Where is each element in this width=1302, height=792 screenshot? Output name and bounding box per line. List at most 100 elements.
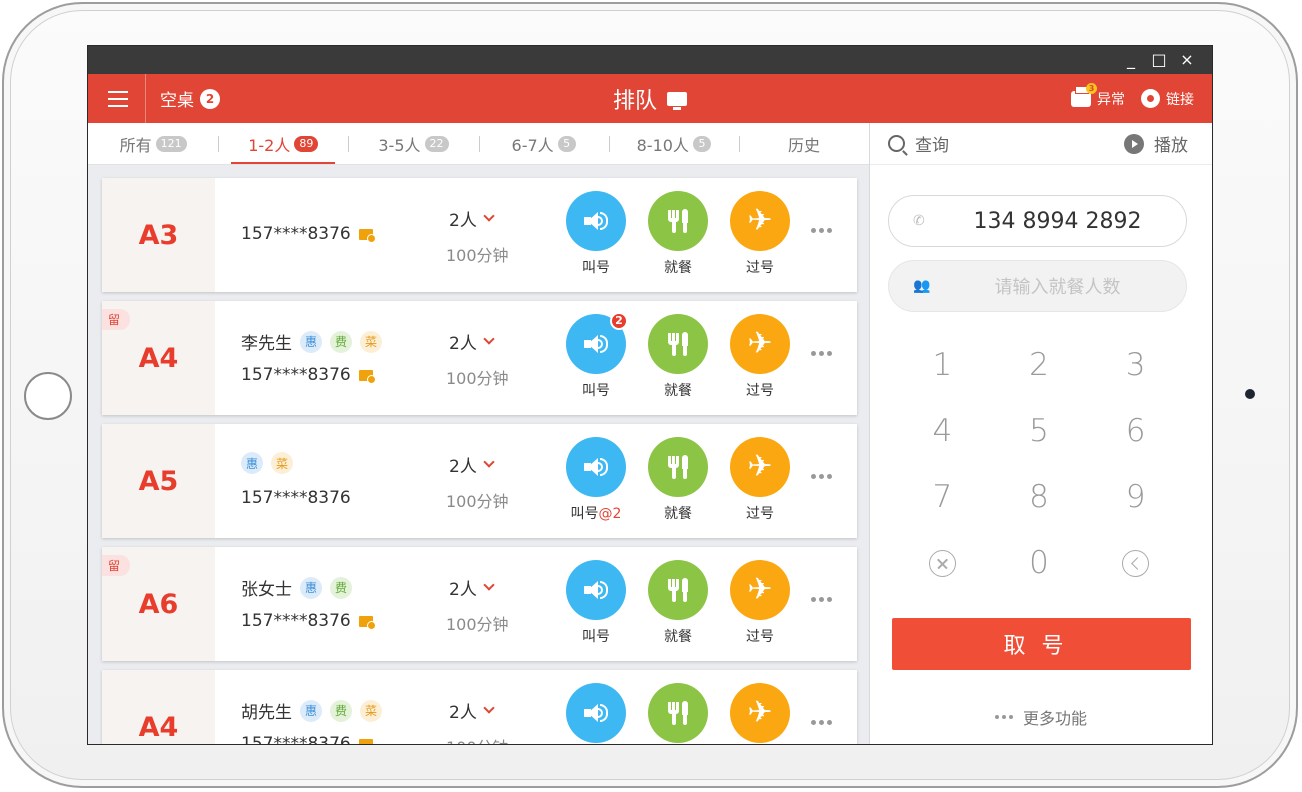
tab-count: 5 (557, 135, 576, 152)
tab-0[interactable]: 所有 121 (88, 123, 218, 164)
key-2[interactable]: 2 (991, 332, 1088, 398)
key-6[interactable]: 6 (1087, 398, 1184, 464)
more-options-icon[interactable] (811, 474, 832, 479)
key-4[interactable]: 4 (894, 398, 991, 464)
wait-time: 100分钟 (446, 246, 509, 265)
tab-label: 1-2人 (248, 135, 291, 155)
party-size-select[interactable]: 2人 (449, 206, 495, 231)
empty-tables-label: 空桌 (160, 91, 194, 111)
search-button[interactable]: 查询 (888, 131, 949, 156)
key-7[interactable]: 7 (894, 464, 991, 530)
more-options-icon[interactable] (811, 720, 832, 725)
key-0[interactable]: 0 (991, 530, 1088, 596)
wait-time: 100分钟 (446, 492, 509, 511)
close-button[interactable]: × (1174, 48, 1200, 72)
take-number-button[interactable]: 取号 (892, 618, 1191, 670)
key-1[interactable]: 1 (894, 332, 991, 398)
dine-button[interactable]: 就餐 (648, 560, 708, 646)
more-options-icon[interactable] (811, 597, 832, 602)
menu-icon[interactable] (88, 74, 146, 123)
more-options-icon[interactable] (811, 228, 832, 233)
customer-phone: 157****8376 (241, 611, 351, 631)
call-button[interactable]: 叫号 (566, 191, 626, 277)
pass-button[interactable]: ✈ 过号 (730, 560, 790, 646)
party-size: 2人 (449, 580, 477, 600)
tab-count: 121 (155, 135, 187, 152)
dine-label: 就餐 (664, 506, 692, 522)
tag-badge: 惠 (300, 576, 322, 599)
pass-label: 过号 (746, 629, 774, 645)
party-size-placeholder: 请输入就餐人数 (994, 277, 1121, 298)
queue-card[interactable]: A5 惠菜 157****8376 2人 100分钟 叫号@2 就餐 ✈ 过号 (102, 424, 857, 538)
window-titlebar: _ □ × (88, 46, 1212, 74)
alert-count: 3 (1086, 82, 1097, 94)
tab-5[interactable]: 历史 (738, 123, 869, 164)
call-button[interactable]: 叫号 (566, 560, 626, 646)
queue-card[interactable]: A6 留张女士惠费 157****8376 2人 100分钟 叫号 就餐 ✈ 过号 (102, 547, 857, 661)
dine-button[interactable] (648, 683, 708, 744)
backspace-icon (1122, 549, 1150, 577)
pass-label: 过号 (746, 260, 774, 276)
pass-button[interactable]: ✈ 过号 (730, 437, 790, 523)
cutlery-icon (666, 208, 690, 234)
dine-circle (648, 437, 708, 497)
empty-tables-indicator[interactable]: 空桌 2 (160, 74, 220, 123)
minimize-button[interactable]: _ (1118, 48, 1144, 72)
tag-badge: 菜 (271, 452, 293, 474)
dine-button[interactable]: 就餐 (648, 314, 708, 400)
queue-card[interactable]: A3 157****8376 2人 100分钟 叫号 就餐 ✈ 过号 (102, 178, 857, 292)
tab-label: 历史 (787, 135, 820, 155)
clear-icon (928, 549, 956, 577)
backspace-key[interactable] (1087, 530, 1184, 596)
customer-phone: 157****8376 (241, 365, 351, 385)
dine-button[interactable]: 就餐 (648, 191, 708, 277)
chevron-down-icon (483, 702, 495, 714)
play-button[interactable]: 播放 (1124, 131, 1188, 156)
key-3[interactable]: 3 (1087, 332, 1184, 398)
home-button[interactable] (24, 372, 72, 420)
call-circle (566, 437, 626, 497)
party-size-select[interactable]: 2人 (449, 452, 495, 477)
clear-key[interactable] (894, 530, 991, 596)
tag-badge: 惠 (300, 330, 322, 353)
speaker-icon (582, 578, 610, 602)
page-title-wrap: 排队 (88, 74, 1212, 123)
airplane-icon: ✈ (747, 326, 773, 361)
party-size-select[interactable]: 2人 (449, 329, 495, 354)
key-9[interactable]: 9 (1087, 464, 1184, 530)
party-size: 2人 (449, 457, 477, 477)
pass-button[interactable]: ✈ (730, 683, 790, 744)
queue-card[interactable]: A4 胡先生惠费菜 157****8376 2人 100分钟 ✈ (102, 670, 857, 744)
speaker-icon (582, 455, 610, 479)
more-options-icon[interactable] (811, 351, 832, 356)
alert-button[interactable]: 3 异常 (1071, 82, 1125, 109)
queue-card[interactable]: A4 留李先生惠费菜 157****8376 2人 100分钟 2 叫号 就餐 ✈ 过号 (102, 301, 857, 415)
queue-number: A5 (102, 424, 215, 538)
pass-circle: ✈ (730, 683, 790, 743)
party-size-select[interactable]: 2人 (449, 698, 495, 723)
call-button[interactable]: 2 叫号 (566, 312, 628, 400)
pass-button[interactable]: ✈ 过号 (730, 314, 790, 400)
party-size-field[interactable]: 👥 请输入就餐人数 (888, 260, 1187, 312)
tag-badge: 惠 (241, 452, 263, 474)
tab-count: 89 (294, 135, 319, 152)
call-label: 叫号 (582, 260, 610, 276)
customer-name: 张女士 (241, 580, 292, 600)
tab-2[interactable]: 3-5人 22 (348, 123, 478, 164)
app-window: _ □ × 空桌 2 排队 3 异常 链接 所有 121 1-2人 89 3-5人 22 6… (87, 45, 1213, 745)
maximize-button[interactable]: □ (1146, 48, 1172, 72)
dine-button[interactable]: 就餐 (648, 437, 708, 523)
party-size-select[interactable]: 2人 (449, 575, 495, 600)
pass-button[interactable]: ✈ 过号 (730, 191, 790, 277)
tab-3[interactable]: 6-7人 5 (478, 123, 609, 164)
phone-field[interactable]: ✆ 134 8994 2892 (888, 195, 1187, 247)
tab-1[interactable]: 1-2人 89 (218, 123, 348, 164)
link-button[interactable]: 链接 (1141, 89, 1194, 109)
call-button[interactable]: 叫号@2 (566, 437, 626, 523)
more-functions-button[interactable]: 更多功能 (870, 705, 1212, 729)
key-8[interactable]: 8 (991, 464, 1088, 530)
message-icon (358, 738, 376, 744)
call-button[interactable] (566, 683, 626, 744)
tab-4[interactable]: 8-10人 5 (608, 123, 739, 164)
key-5[interactable]: 5 (991, 398, 1088, 464)
